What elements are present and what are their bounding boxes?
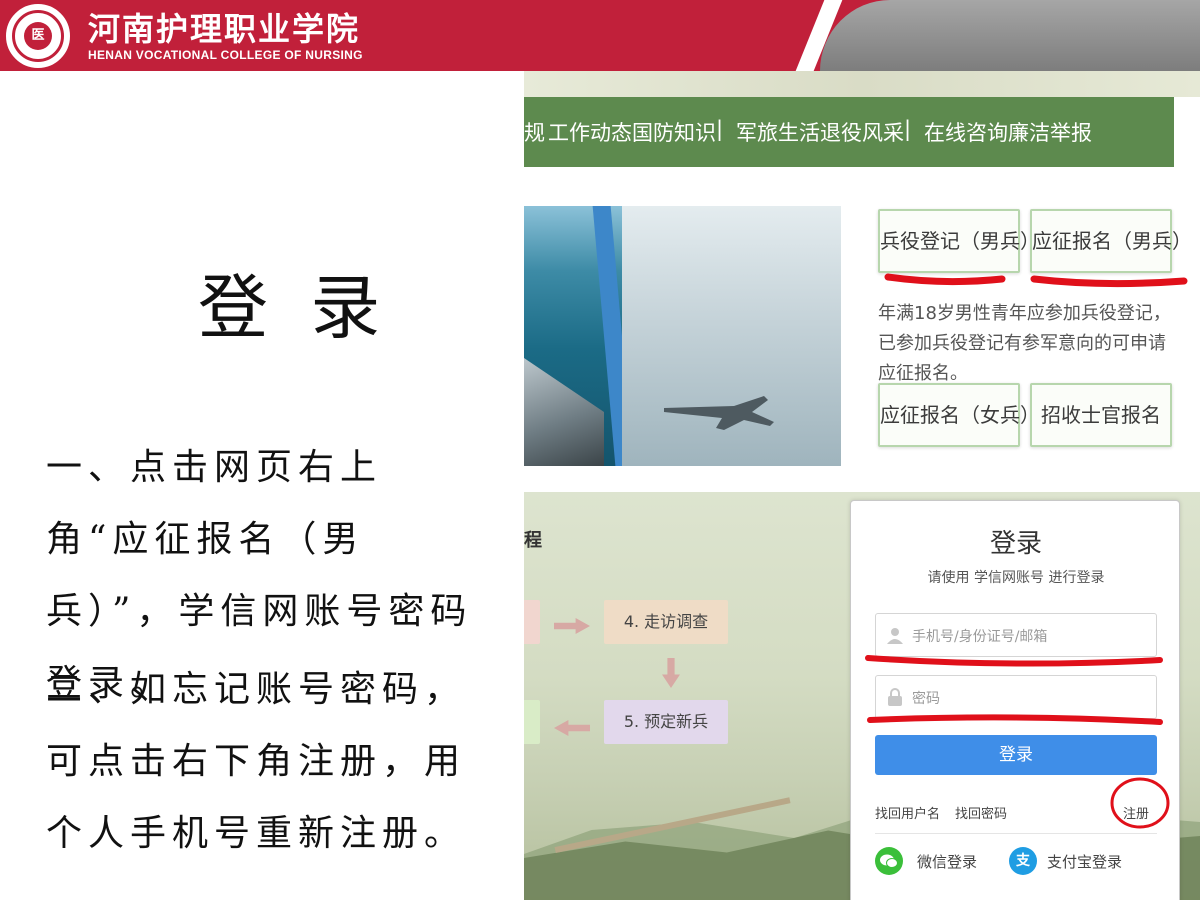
- nco-recruit-button[interactable]: 招收士官报名: [1030, 383, 1172, 447]
- nav-item-defense-knowledge[interactable]: 国防知识: [632, 117, 716, 147]
- flow-heading-partial: 程: [524, 530, 542, 551]
- login-title: 登录: [989, 529, 1042, 559]
- site-top-strip: [524, 71, 1200, 97]
- header-banner: 医 河南护理职业学院 HENAN VOCATIONAL COLLEGE OF N…: [0, 0, 1200, 71]
- username-field[interactable]: 手机号/身份证号/邮箱: [875, 613, 1157, 657]
- find-password-link[interactable]: 找回密码: [955, 803, 1007, 822]
- wechat-icon[interactable]: [875, 847, 903, 875]
- arrow-left-icon: [554, 720, 590, 736]
- lock-icon: [888, 688, 902, 706]
- nav-item-work-news[interactable]: 工作动态: [548, 117, 632, 147]
- password-placeholder: 密码: [912, 691, 940, 707]
- login-card: 登录 请使用 学信网账号 进行登录 手机号/身份证号/邮箱 密码 登录 找回用户…: [850, 500, 1180, 900]
- header-gray-band: [820, 0, 1200, 71]
- nav-separator: |: [716, 117, 724, 141]
- password-field[interactable]: 密码: [875, 675, 1157, 719]
- register-link[interactable]: 注册: [1123, 803, 1149, 822]
- recruitment-site-screenshot: 规 工作动态 国防知识 | 军旅生活 退役风采 | 在线咨询 廉洁举报 兵役登记…: [524, 71, 1200, 468]
- nav-item-veterans[interactable]: 退役风采: [820, 117, 904, 147]
- college-name-cn: 河南护理职业学院: [88, 10, 361, 48]
- username-placeholder: 手机号/身份证号/邮箱: [912, 629, 1048, 645]
- alipay-icon[interactable]: 支: [1009, 847, 1037, 875]
- flow-step-5: 5. 预定新兵: [604, 700, 728, 744]
- flow-step-box: [524, 700, 540, 744]
- logo-mark: 医: [24, 22, 52, 50]
- apply-female-button[interactable]: 应征报名（女兵）: [878, 383, 1040, 447]
- arrow-right-icon: [554, 618, 590, 634]
- recruit-description: 年满18岁男性青年应参加兵役登记，已参加兵役登记有参军意向的可申请应征报名。: [878, 303, 1171, 384]
- nav-item-military-life[interactable]: 军旅生活: [736, 117, 820, 147]
- instruction-step-2: 二、如忘记账号密码，可点击右下角注册，用个人手机号重新注册。: [46, 669, 467, 854]
- nav-item-online-consult[interactable]: 在线咨询: [924, 117, 1008, 147]
- college-logo: 医: [6, 4, 70, 68]
- site-nav-bar: 规 工作动态 国防知识 | 军旅生活 退役风采 | 在线咨询 廉洁举报: [524, 97, 1174, 167]
- college-name-en: HENAN VOCATIONAL COLLEGE OF NURSING: [88, 48, 363, 62]
- nav-item-partial[interactable]: 规: [524, 117, 545, 147]
- arrow-down-icon: [662, 658, 680, 688]
- nav-item-integrity-report[interactable]: 廉洁举报: [1008, 117, 1092, 147]
- user-icon: [887, 628, 903, 644]
- login-page-screenshot: 程 4. 走访调查 5. 预定新兵 登录 请使用 学信网账号 进行登录 手机号/…: [524, 492, 1200, 900]
- banner-photo: [524, 206, 841, 466]
- apply-male-button[interactable]: 应征报名（男兵）: [1030, 209, 1192, 273]
- flow-step-4: 4. 走访调查: [604, 600, 728, 644]
- register-male-button[interactable]: 兵役登记（男兵）: [878, 209, 1040, 273]
- slide-title: 登 录: [198, 267, 391, 349]
- wechat-login-link[interactable]: 微信登录: [917, 851, 977, 872]
- flow-step-box: [524, 600, 540, 644]
- nav-separator: |: [904, 117, 912, 141]
- divider: [875, 833, 1157, 834]
- alipay-login-link[interactable]: 支付宝登录: [1047, 851, 1122, 872]
- login-button[interactable]: 登录: [875, 735, 1157, 775]
- fighter-jet-icon: [664, 396, 774, 430]
- login-subtitle: 请使用 学信网账号 进行登录: [927, 570, 1105, 586]
- find-username-link[interactable]: 找回用户名: [875, 803, 940, 822]
